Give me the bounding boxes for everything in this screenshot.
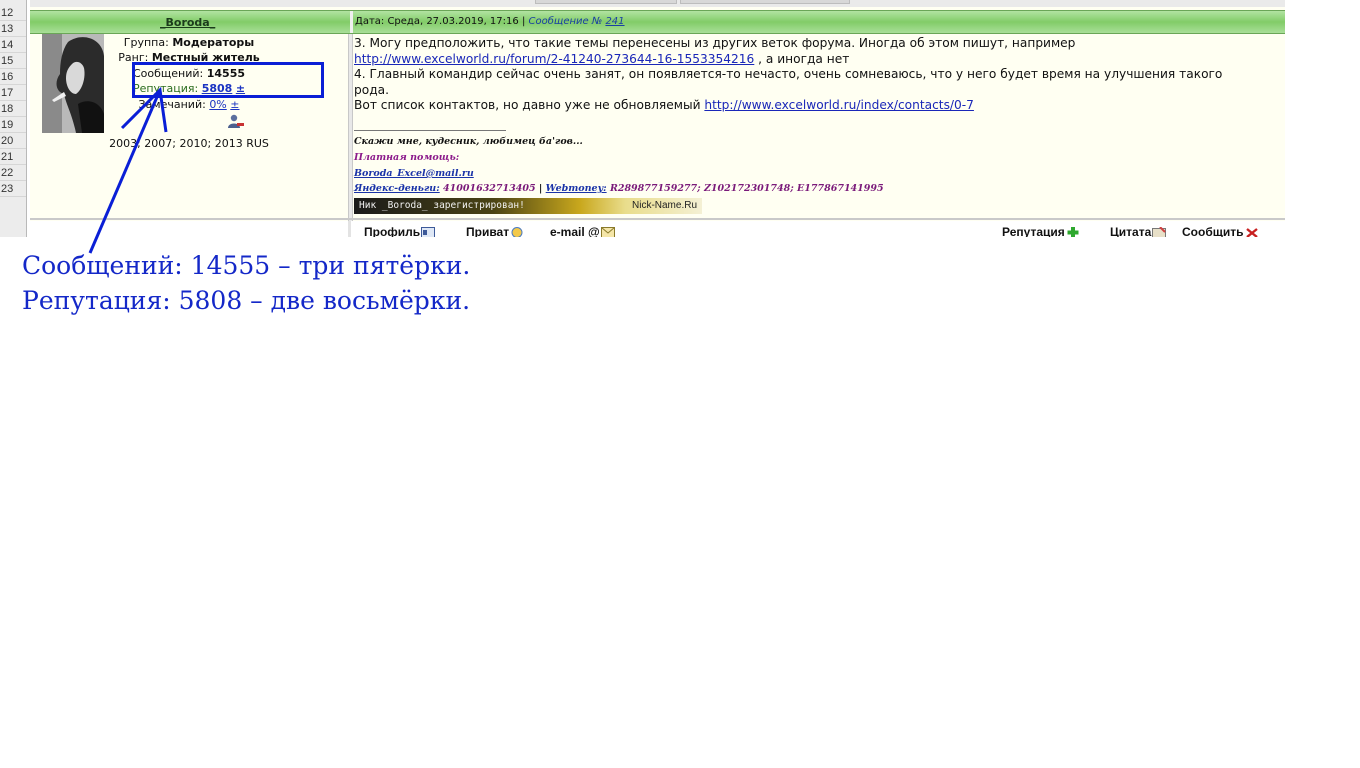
group-value: Модераторы [172, 36, 255, 49]
yandex-money-link[interactable]: Яндекс-деньги: [354, 183, 440, 194]
header-divider [350, 11, 353, 33]
signature-separator [354, 130, 506, 131]
profile-button[interactable]: Профиль [364, 225, 436, 237]
warnings-label: Замечаний: [138, 98, 206, 111]
body-line: рода. [354, 82, 389, 97]
annotation-line-reputation: Репутация: 5808 – две восьмёрки. [22, 286, 471, 315]
row-number: 18 [0, 101, 26, 117]
quote-label: Цитата [1110, 225, 1152, 237]
group-label: Группа: [123, 36, 169, 49]
row-number: 16 [0, 69, 26, 85]
signature-paid-help: Платная помощь: [354, 152, 460, 163]
signature-payment-line: Яндекс-деньги: 41001632713405 | Webmoney… [354, 183, 884, 194]
contacts-link[interactable]: http://www.excelworld.ru/index/contacts/… [704, 98, 974, 112]
row-number: 13 [0, 21, 26, 37]
email-button[interactable]: e-mail @ [550, 225, 615, 237]
payment-separator: | [538, 183, 543, 194]
body-line: 4. Главный командир сейчас очень занят, … [354, 67, 1223, 81]
private-message-icon [511, 227, 523, 237]
report-icon [1245, 228, 1258, 237]
nick-banner-site: Nick-Name.Ru [632, 200, 698, 211]
warnings-change-link[interactable]: ± [230, 98, 239, 111]
warnings-line: Замечаний: 0% ± [30, 98, 348, 111]
quote-icon [1152, 227, 1167, 237]
reputation-button[interactable]: Репутация [1002, 225, 1080, 237]
report-label: Сообщить [1182, 225, 1244, 237]
row-number: 23 [0, 181, 26, 197]
row-number: 21 [0, 149, 26, 165]
profile-label: Профиль [364, 225, 421, 237]
author-name-link[interactable]: _Boroda_ [160, 16, 215, 29]
post-date: Дата: Среда, 27.03.2019, 17:16 [355, 16, 519, 27]
screenshot-region: 12 13 14 15 16 17 18 19 20 21 22 23 _Bor… [0, 0, 1285, 237]
footer-divider [30, 218, 1285, 220]
row-number: 19 [0, 117, 26, 133]
body-line: 3. Могу предположить, что такие темы пер… [354, 36, 1076, 50]
office-versions: 2003; 2007; 2010; 2013 RUS [109, 137, 269, 150]
user-status-icon[interactable] [228, 114, 244, 128]
webmoney-link[interactable]: Webmoney: [546, 183, 607, 194]
toolbar-tab [680, 0, 850, 4]
plus-icon [1067, 227, 1079, 237]
private-message-button[interactable]: Приват [466, 225, 524, 237]
row-number: 22 [0, 165, 26, 181]
row-number: 17 [0, 85, 26, 101]
body-text: Вот список контактов, но давно уже не об… [354, 98, 705, 112]
annotation-highlight-box [132, 62, 324, 98]
body-line: http://www.excelworld.ru/forum/2-41240-2… [354, 52, 1285, 68]
post-footer: Профиль Приват e-mail @ Репутация Цитата… [30, 221, 1285, 237]
forum-thread-link[interactable]: http://www.excelworld.ru/forum/2-41240-2… [354, 52, 754, 66]
profile-card-icon [421, 227, 436, 237]
warnings-value-link[interactable]: 0% [209, 98, 226, 111]
nick-registered-banner[interactable]: Ник _Boroda_ зарегистрирован! Nick-Name.… [354, 198, 702, 214]
yandex-money-value: 41001632713405 [443, 183, 536, 194]
message-label: Сообщение № [528, 16, 603, 27]
group-line: Группа: Модераторы [30, 36, 348, 49]
body-line: Вот список контактов, но давно уже не об… [354, 98, 1285, 114]
reputation-footer-label: Репутация [1002, 225, 1065, 237]
annotation-line-messages: Сообщений: 14555 – три пятёрки. [22, 251, 471, 280]
previous-post-edge [30, 0, 1285, 7]
row-number: 15 [0, 53, 26, 69]
nick-banner-text: Ник _Boroda_ зарегистрирован! [359, 200, 525, 211]
quote-button[interactable]: Цитата [1110, 225, 1167, 237]
row-number: 14 [0, 37, 26, 53]
row-number-gutter: 12 13 14 15 16 17 18 19 20 21 22 23 [0, 0, 27, 237]
signature-email-link[interactable]: Boroda_Excel@mail.ru [354, 168, 474, 179]
envelope-icon [600, 227, 615, 237]
report-button[interactable]: Сообщить [1182, 225, 1259, 237]
message-number-link[interactable]: 241 [605, 16, 624, 27]
post-meta: Дата: Среда, 27.03.2019, 17:16 | Сообщен… [355, 16, 625, 27]
meta-separator: | [521, 16, 526, 27]
webmoney-value: R289877159277; Z102172301748; E177867141… [609, 183, 884, 194]
row-number: 20 [0, 133, 26, 149]
footer-left-cell [30, 221, 351, 237]
post-header: _Boroda_ Дата: Среда, 27.03.2019, 17:16 … [30, 10, 1285, 34]
signature-quote: Скажи мне, кудесник, любимец ба'гов... [354, 136, 583, 147]
email-label: e-mail [550, 225, 585, 237]
toolbar-tab [535, 0, 677, 4]
row-number: 12 [0, 5, 26, 21]
private-label: Приват [466, 225, 510, 237]
body-text: , а иногда нет [754, 51, 850, 66]
column-divider [348, 34, 353, 224]
